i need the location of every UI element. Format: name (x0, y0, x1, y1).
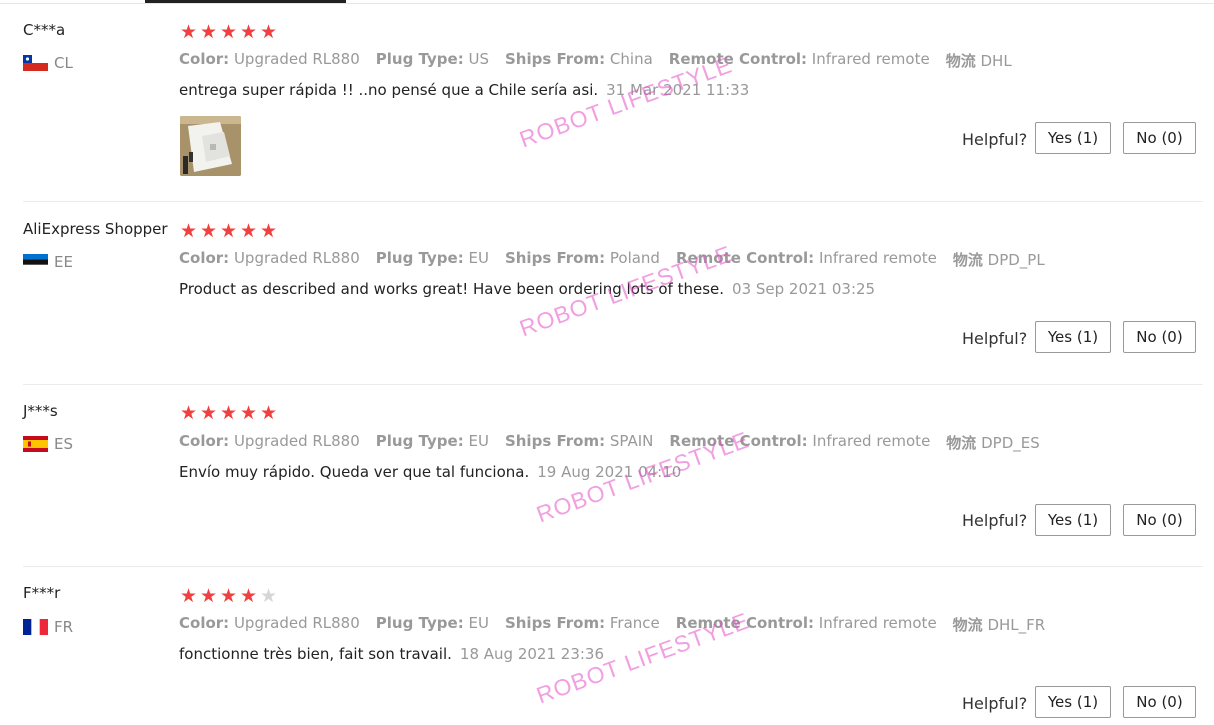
helpful-label: Helpful? (962, 329, 1028, 348)
spec-plug: Plug Type: EU (375, 249, 489, 267)
star-icon: ★ (260, 220, 278, 242)
spec-plug: Plug Type: EU (375, 432, 489, 450)
star-rating: ★ ★ ★ ★ ★ (180, 403, 280, 423)
reviewer-name: J***s (23, 402, 58, 420)
country-code: EE (54, 253, 73, 271)
reviewer-name: F***r (23, 584, 61, 602)
helpful-yes-button[interactable]: Yes (1) (1035, 686, 1111, 718)
helpful-no-button[interactable]: No (0) (1123, 686, 1196, 718)
review-divider (23, 201, 1203, 202)
review-divider (23, 384, 1203, 385)
review-photo[interactable] (180, 116, 241, 176)
spec-logistics: 物流 DPD_ES (946, 434, 1040, 452)
star-icon: ★ (180, 585, 198, 607)
star-icon: ★ (240, 220, 258, 242)
estonia-flag-icon (23, 254, 48, 270)
product-specs: Color: Upgraded RL880 Plug Type: EU Ship… (179, 432, 1056, 453)
helpful-no-button[interactable]: No (0) (1123, 321, 1196, 353)
star-icon: ★ (220, 402, 238, 424)
country-code: FR (54, 618, 74, 636)
star-rating: ★ ★ ★ ★ ★ (180, 22, 280, 42)
reviewer-country: EE (23, 252, 73, 272)
reviewer-name: AliExpress Shopper (23, 220, 168, 238)
helpful-no-button[interactable]: No (0) (1123, 504, 1196, 536)
spain-flag-icon (23, 436, 48, 452)
spec-ships: Ships From: SPAIN (504, 432, 654, 450)
star-icon: ★ (220, 220, 238, 242)
star-icon: ★ (260, 21, 278, 43)
reviewer-country: FR (23, 617, 73, 637)
product-specs: Color: Upgraded RL880 Plug Type: EU Ship… (179, 614, 1061, 635)
helpful-yes-button[interactable]: Yes (1) (1035, 321, 1111, 353)
star-icon: ★ (200, 220, 218, 242)
review-text: Product as described and works great! Ha… (179, 280, 876, 298)
helpful-yes-button[interactable]: Yes (1) (1035, 504, 1111, 536)
spec-color: Color: Upgraded RL880 (179, 249, 360, 267)
helpful-label: Helpful? (962, 130, 1028, 149)
spec-ships: Ships From: Poland (504, 249, 660, 267)
helpful-no-button[interactable]: No (0) (1123, 122, 1196, 154)
reviewer-country: ES (23, 434, 73, 454)
spec-ships: Ships From: France (504, 614, 660, 632)
review-date: 03 Sep 2021 03:25 (732, 280, 876, 298)
reviewer-name: C***a (23, 21, 66, 39)
review-date: 18 Aug 2021 23:36 (459, 645, 605, 663)
tab-underline (0, 3, 1214, 4)
spec-color: Color: Upgraded RL880 (179, 50, 360, 68)
spec-color: Color: Upgraded RL880 (179, 432, 360, 450)
star-rating: ★ ★ ★ ★ ★ (180, 586, 280, 606)
spec-plug: Plug Type: US (375, 50, 489, 68)
country-code: ES (54, 435, 73, 453)
star-icon: ★ (200, 402, 218, 424)
product-specs: Color: Upgraded RL880 Plug Type: EU Ship… (179, 249, 1061, 270)
spec-logistics: 物流 DHL_FR (952, 616, 1046, 634)
star-icon: ★ (240, 585, 258, 607)
spec-logistics: 物流 DPD_PL (952, 251, 1045, 269)
star-icon: ★ (200, 21, 218, 43)
star-icon: ★ (180, 21, 198, 43)
active-tab-indicator (145, 0, 346, 3)
star-icon: ★ (240, 21, 258, 43)
country-code: CL (54, 54, 73, 72)
star-rating: ★ ★ ★ ★ ★ (180, 221, 280, 241)
france-flag-icon (23, 619, 48, 635)
star-icon: ★ (180, 220, 198, 242)
spec-logistics: 物流 DHL (945, 52, 1012, 70)
star-icon: ★ (200, 585, 218, 607)
star-icon: ★ (240, 402, 258, 424)
helpful-label: Helpful? (962, 511, 1028, 530)
review-text: fonctionne très bien, fait son travail. 1… (179, 645, 605, 663)
helpful-yes-button[interactable]: Yes (1) (1035, 122, 1111, 154)
star-icon: ★ (220, 585, 238, 607)
chile-flag-icon (23, 55, 48, 71)
review-divider (23, 566, 1203, 567)
star-icon: ★ (220, 21, 238, 43)
reviewer-country: CL (23, 53, 73, 73)
star-icon: ★ (260, 402, 278, 424)
star-empty-icon: ★ (260, 585, 278, 607)
helpful-label: Helpful? (962, 694, 1028, 713)
star-icon: ★ (180, 402, 198, 424)
spec-color: Color: Upgraded RL880 (179, 614, 360, 632)
spec-ships: Ships From: China (505, 50, 653, 68)
spec-plug: Plug Type: EU (375, 614, 489, 632)
product-specs: Color: Upgraded RL880 Plug Type: US Ship… (179, 50, 1028, 71)
